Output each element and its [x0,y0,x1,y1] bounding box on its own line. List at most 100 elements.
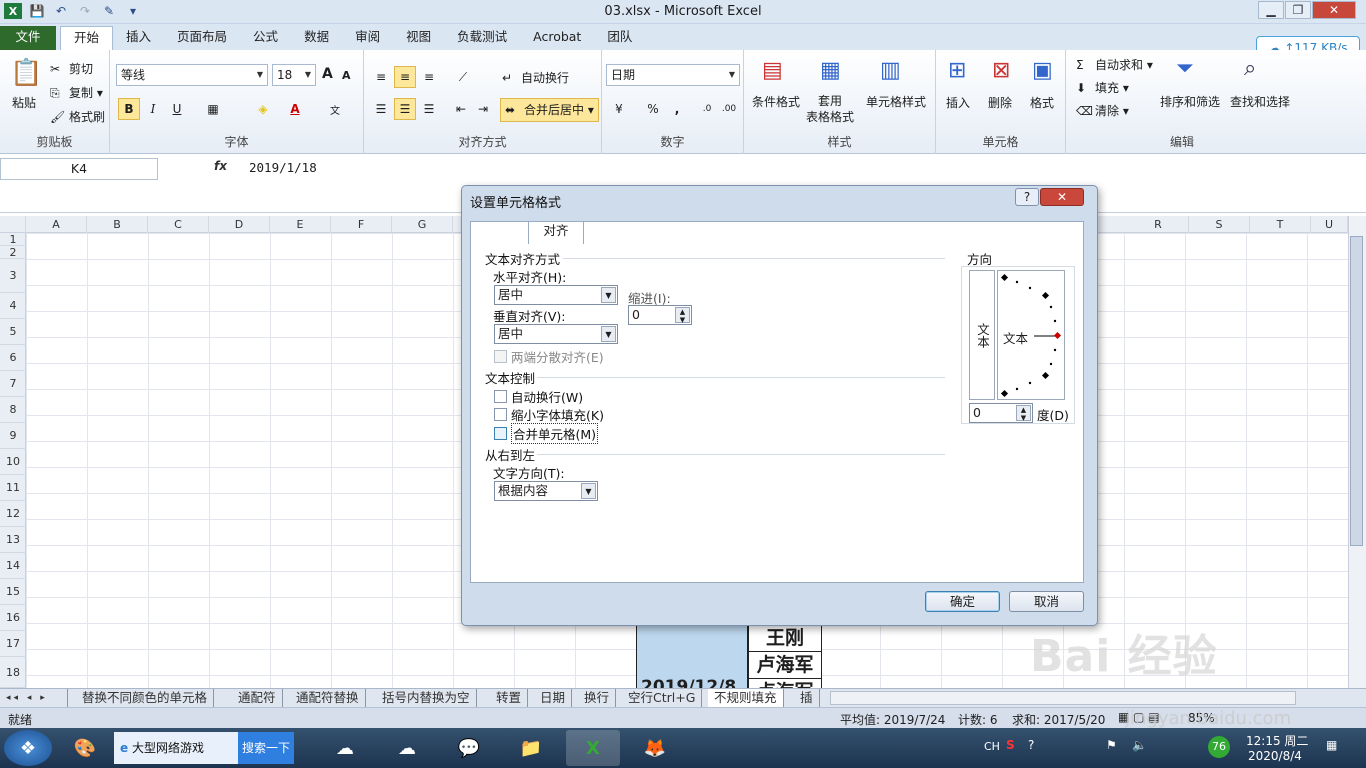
tab-team[interactable]: 团队 [594,26,645,50]
fill-color-icon[interactable]: ◈ [252,98,274,120]
merge-cells-checkbox[interactable]: 合并单元格(M) [494,423,599,444]
scrollbar-thumb[interactable] [1350,236,1363,546]
row-header[interactable]: 4 [0,293,26,319]
align-middle-icon[interactable]: ≡ [394,66,416,88]
insert-function-icon[interactable]: fx [214,159,227,173]
row-header[interactable]: 17 [0,631,26,657]
tab-review[interactable]: 审阅 [342,26,393,50]
vertical-align-select[interactable]: 居中 ▼ [494,324,618,344]
conditional-format-button[interactable]: 条件格式 [752,93,800,110]
bold-button[interactable]: B [118,98,140,120]
align-left-icon[interactable]: ☰ [370,98,392,120]
insert-button[interactable]: 插入 [946,94,970,111]
flag-icon[interactable]: ⚑ [1106,738,1117,752]
tab-formulas[interactable]: 公式 [240,26,291,50]
number-format-select[interactable]: 日期 ▼ [606,64,740,86]
underline-button[interactable]: U [166,98,188,120]
row-header[interactable]: 14 [0,553,26,579]
column-header[interactable]: D [209,216,270,233]
volume-icon[interactable]: 🔈 [1132,738,1147,752]
currency-icon[interactable]: ¥ [608,98,630,120]
file-explorer-icon[interactable]: 📁 [504,730,558,766]
align-top-icon[interactable]: ≡ [370,66,392,88]
search-button[interactable]: 搜索一下 [238,732,294,764]
wrap-text-checkbox[interactable]: 自动换行(W) [494,387,583,406]
row-header[interactable]: 7 [0,371,26,397]
paste-icon[interactable]: 📋 [10,58,42,88]
sheet-tab[interactable]: 插 [794,689,820,707]
sheet-tab[interactable]: 通配符 [232,689,283,707]
name-cell[interactable]: 卢海军 [748,651,822,679]
horizontal-align-select[interactable]: 居中 ▼ [494,285,618,305]
shrink-font-button[interactable]: A [342,69,351,82]
shrink-to-fit-checkbox[interactable]: 缩小字体填充(K) [494,405,604,424]
column-header[interactable]: U [1311,216,1348,233]
row-header[interactable]: 18 [0,657,26,688]
column-header[interactable]: G [392,216,453,233]
align-right-icon[interactable]: ☰ [418,98,440,120]
row-header[interactable]: 2 [0,246,26,259]
clear-button[interactable]: ⌫ 清除 ▾ [1076,102,1129,120]
ok-button[interactable]: 确定 [925,591,1000,612]
row-header[interactable]: 9 [0,423,26,449]
row-header[interactable]: 3 [0,259,26,293]
row-header[interactable]: 11 [0,475,26,501]
select-all-corner[interactable] [0,216,26,233]
delete-button[interactable]: 删除 [988,94,1012,111]
clock-time[interactable]: 12:15 周二 [1246,732,1308,749]
orientation-dial[interactable]: 文本 [997,270,1065,400]
wrap-text-button[interactable]: ↵ 自动换行 [502,69,569,87]
row-header[interactable]: 15 [0,579,26,605]
ime-indicator[interactable]: CH [984,740,1000,753]
name-cell[interactable]: 卢海军 [748,678,822,688]
increase-decimal-icon[interactable]: .0 [696,98,718,120]
comma-button[interactable]: , [666,98,688,120]
dialog-close-button[interactable]: ✕ [1040,188,1084,206]
cancel-button[interactable]: 取消 [1009,591,1084,612]
app-icon[interactable]: 🎨 [58,730,112,766]
cell-styles-button[interactable]: 单元格样式 [866,93,926,110]
column-header[interactable]: B [87,216,148,233]
font-name-select[interactable]: 等线 ▼ [116,64,268,86]
column-header[interactable]: R [1128,216,1189,233]
start-button[interactable]: ❖ [4,730,52,766]
sheet-tab[interactable]: 日期 [534,689,573,707]
name-cell[interactable]: 王刚 [748,624,822,652]
decrease-decimal-icon[interactable]: .00 [718,98,740,120]
column-header[interactable]: A [26,216,87,233]
row-header[interactable]: 16 [0,605,26,631]
font-color-icon[interactable]: A [284,98,306,120]
grow-font-button[interactable]: A [322,66,333,82]
row-header[interactable]: 10 [0,449,26,475]
align-bottom-icon[interactable]: ≡ [418,66,440,88]
sogou-icon[interactable]: S [1006,738,1015,752]
clock-date[interactable]: 2020/8/4 [1248,749,1302,763]
border-icon[interactable]: ▦ [202,98,224,120]
sheet-nav-arrows[interactable]: ◂◂ ◂ ▸ ▸▸ [0,689,68,721]
format-painter-button[interactable]: 🖌 格式刷 [50,108,105,126]
increase-indent-icon[interactable]: ⇥ [472,98,494,120]
percent-button[interactable]: % [642,98,664,120]
fill-button[interactable]: ⬇ 填充 ▾ [1076,79,1129,97]
italic-button[interactable]: I [142,98,164,120]
find-select-button[interactable]: 查找和选择 [1230,93,1290,110]
indent-spinner[interactable]: 0 ▲ ▼ [628,305,692,325]
copy-button[interactable]: ⎘ 复制 ▾ [50,84,103,102]
maximize-button[interactable]: ❐ [1285,1,1311,19]
tab-view[interactable]: 视图 [393,26,444,50]
row-header[interactable]: 8 [0,397,26,423]
tab-acrobat[interactable]: Acrobat [520,26,594,50]
paste-button[interactable]: 粘贴 [12,94,36,111]
phonetic-icon[interactable]: 文 [324,98,346,120]
font-size-select[interactable]: 18 ▼ [272,64,316,86]
column-header[interactable]: C [148,216,209,233]
firefox-icon[interactable]: 🦊 [628,730,682,766]
text-direction-select[interactable]: 根据内容 ▼ [494,481,598,501]
baidu-netdisk-icon[interactable]: ☁ [318,730,372,766]
decrease-indent-icon[interactable]: ⇤ [450,98,472,120]
tab-data[interactable]: 数据 [291,26,342,50]
format-as-table-button[interactable]: 套用 表格格式 [806,93,854,125]
tab-insert[interactable]: 插入 [113,26,164,50]
tab-file[interactable]: 文件 [0,26,56,50]
sheet-tab[interactable]: 通配符替换 [290,689,366,707]
